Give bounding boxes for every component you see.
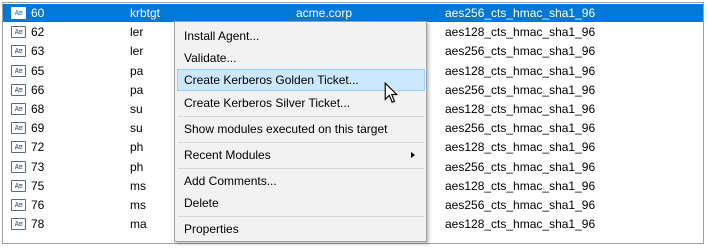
row-id: 73 <box>31 159 45 174</box>
row-id: 76 <box>31 198 45 212</box>
row-name: su <box>130 121 143 136</box>
context-menu: Install Agent... Validate... Create Kerb… <box>174 21 427 242</box>
row-name: ms <box>130 178 146 193</box>
row-encryption: aes256_cts_hmac_sha1_96 <box>445 6 596 20</box>
recent-modules-label: Recent Modules <box>184 148 271 162</box>
menu-item-properties[interactable]: Properties <box>177 218 425 240</box>
row-name: krbtgt <box>130 6 161 20</box>
row-name: ler <box>130 44 144 59</box>
record-icon: A≡ <box>11 45 26 58</box>
row-id: 69 <box>31 121 45 136</box>
row-encryption: aes256_cts_hmac_sha1_96 <box>445 121 596 136</box>
menu-item-show-modules[interactable]: Show modules executed on this target <box>177 118 425 140</box>
record-icon: A≡ <box>11 179 26 192</box>
table-row[interactable]: A≡ 60 krbtgt acme.corp aes256_cts_hmac_sha1_… <box>3 4 703 22</box>
row-id: 63 <box>31 44 45 59</box>
row-id: 60 <box>31 6 45 20</box>
row-name: pa <box>130 63 144 78</box>
menu-item-validate[interactable]: Validate... <box>177 47 425 69</box>
record-icon: A≡ <box>11 26 26 39</box>
chevron-right-icon <box>411 152 415 158</box>
row-name: ler <box>130 25 144 40</box>
record-icon: A≡ <box>11 64 26 77</box>
menu-item-add-comments[interactable]: Add Comments... <box>177 170 425 192</box>
row-encryption: aes256_cts_hmac_sha1_96 <box>445 82 596 97</box>
menu-item-recent-modules[interactable]: Recent Modules <box>177 144 425 166</box>
menu-item-delete[interactable]: Delete <box>177 192 425 214</box>
row-encryption: aes256_cts_hmac_sha1_96 <box>445 198 596 212</box>
row-name: ms <box>130 198 146 212</box>
row-id: 66 <box>31 82 45 97</box>
menu-separator <box>178 216 424 217</box>
row-encryption: aes128_cts_hmac_sha1_96 <box>445 25 596 40</box>
row-encryption: aes128_cts_hmac_sha1_96 <box>445 63 596 78</box>
record-icon: A≡ <box>11 160 26 173</box>
record-icon: A≡ <box>11 199 26 211</box>
row-id: 75 <box>31 178 45 193</box>
record-icon: A≡ <box>11 141 26 154</box>
record-icon: A≡ <box>11 218 26 231</box>
row-id: 62 <box>31 25 45 40</box>
row-encryption: aes128_cts_hmac_sha1_96 <box>445 102 596 116</box>
row-encryption: aes256_cts_hmac_sha1_96 <box>445 44 596 59</box>
row-name: su <box>130 102 143 116</box>
row-id: 65 <box>31 63 45 78</box>
row-encryption: aes128_cts_hmac_sha1_96 <box>445 178 596 193</box>
row-name: ph <box>130 159 144 174</box>
row-encryption: aes128_cts_hmac_sha1_96 <box>445 217 596 232</box>
record-icon: A≡ <box>11 103 26 115</box>
row-id: 68 <box>31 102 45 116</box>
row-id: 78 <box>31 217 45 232</box>
row-encryption: aes128_cts_hmac_sha1_96 <box>445 140 596 155</box>
mouse-pointer-icon <box>384 82 399 104</box>
row-name: ma <box>130 217 147 232</box>
menu-item-install-agent[interactable]: Install Agent... <box>177 25 425 47</box>
row-name: pa <box>130 82 144 97</box>
record-icon: A≡ <box>11 7 26 19</box>
row-id: 72 <box>31 140 45 155</box>
record-icon: A≡ <box>11 122 26 135</box>
row-domain: acme.corp <box>296 6 353 20</box>
menu-separator <box>178 142 424 143</box>
menu-separator <box>178 168 424 169</box>
menu-separator <box>178 116 424 117</box>
row-name: ph <box>130 140 144 155</box>
row-encryption: aes256_cts_hmac_sha1_96 <box>445 159 596 174</box>
record-icon: A≡ <box>11 83 26 96</box>
